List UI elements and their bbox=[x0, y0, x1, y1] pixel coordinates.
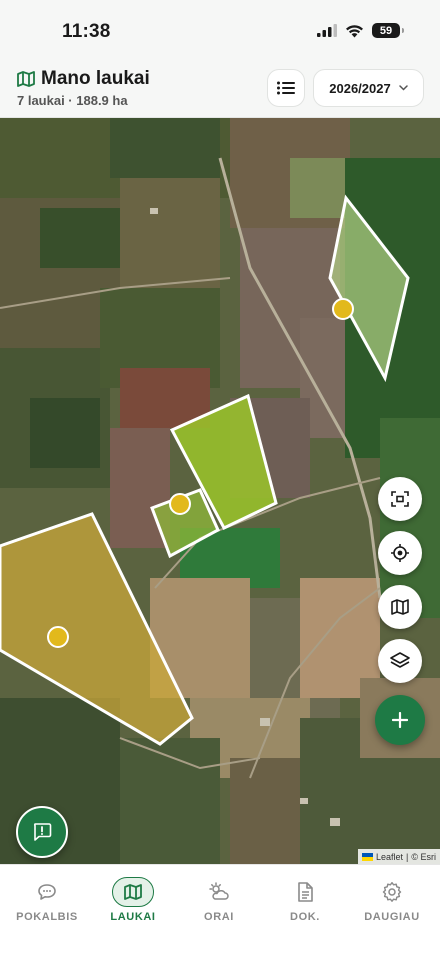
fit-bounds-button[interactable] bbox=[378, 477, 422, 521]
fit-bounds-icon bbox=[391, 491, 409, 507]
layers-button[interactable] bbox=[378, 639, 422, 683]
locate-me-button[interactable] bbox=[378, 531, 422, 575]
plus-icon bbox=[392, 712, 408, 728]
document-icon bbox=[298, 882, 313, 902]
chat-bubble-icon bbox=[38, 884, 56, 900]
add-field-button[interactable] bbox=[375, 695, 425, 745]
nav-item-weather[interactable]: ORAI bbox=[179, 877, 259, 923]
nav-item-fields[interactable]: LAUKAI bbox=[93, 877, 173, 923]
fields-summary: 7 laukai · 188.9 ha bbox=[17, 93, 128, 108]
nav-label-chat: POKALBIS bbox=[16, 911, 78, 923]
nav-item-chat[interactable]: POKALBIS bbox=[7, 877, 87, 923]
list-icon bbox=[277, 81, 295, 95]
map-icon bbox=[391, 599, 409, 615]
layers-icon bbox=[390, 652, 410, 668]
battery-level: 59 bbox=[379, 24, 393, 37]
field-marker[interactable] bbox=[169, 493, 191, 515]
status-bar: 11:38 59 bbox=[0, 0, 440, 62]
wifi-icon bbox=[346, 24, 363, 37]
nav-label-fields: LAUKAI bbox=[110, 911, 156, 923]
ukraine-flag-icon bbox=[361, 852, 373, 861]
nav-label-documents: DOK. bbox=[290, 911, 320, 923]
season-selector[interactable]: 2026/2027 bbox=[313, 69, 424, 107]
map-icon bbox=[17, 71, 35, 87]
status-time: 11:38 bbox=[62, 21, 111, 42]
field-marker[interactable] bbox=[332, 298, 354, 320]
map-attribution: Leaflet | © Esri bbox=[357, 849, 440, 864]
map-type-button[interactable] bbox=[378, 585, 422, 629]
field-north-east[interactable] bbox=[328, 194, 410, 383]
list-view-button[interactable] bbox=[267, 69, 305, 107]
nav-label-more: DAUGIAU bbox=[364, 911, 420, 923]
battery-indicator: 59 bbox=[372, 23, 404, 38]
nav-icon-wrap bbox=[26, 877, 68, 907]
field-overlays bbox=[0, 194, 410, 746]
field-marker[interactable] bbox=[47, 626, 69, 648]
status-icons: 59 bbox=[317, 23, 404, 38]
nav-icon-wrap bbox=[371, 877, 413, 907]
weather-icon bbox=[209, 882, 229, 900]
nav-label-weather: ORAI bbox=[204, 911, 234, 923]
nav-item-documents[interactable]: DOK. bbox=[265, 877, 345, 923]
satellite-map[interactable]: Leaflet | © Esri bbox=[0, 118, 440, 864]
nav-item-more[interactable]: DAUGIAU bbox=[352, 877, 432, 923]
app-header: Mano laukai 7 laukai · 188.9 ha 2026/202… bbox=[0, 62, 440, 118]
attribution-separator: | bbox=[406, 851, 409, 862]
feedback-button[interactable] bbox=[16, 806, 68, 858]
bottom-navigation: POKALBIS LAUKAI ORAI DOK. DAUGIAU bbox=[0, 864, 440, 956]
leaflet-link[interactable]: Leaflet bbox=[376, 852, 403, 862]
esri-credit: © Esri bbox=[411, 851, 436, 862]
season-value: 2026/2027 bbox=[329, 80, 391, 96]
map-icon bbox=[124, 884, 142, 900]
page-title: Mano laukai bbox=[41, 68, 150, 89]
message-alert-icon bbox=[34, 823, 52, 841]
nav-icon-wrap bbox=[198, 877, 240, 907]
crosshair-icon bbox=[391, 544, 409, 562]
chevron-down-icon bbox=[398, 85, 408, 91]
gear-icon bbox=[382, 882, 402, 902]
nav-icon-wrap bbox=[112, 877, 154, 907]
page-title-row: Mano laukai bbox=[17, 68, 150, 90]
cellular-signal-icon bbox=[317, 24, 337, 37]
field-west[interactable] bbox=[0, 512, 194, 746]
nav-icon-wrap bbox=[284, 877, 326, 907]
